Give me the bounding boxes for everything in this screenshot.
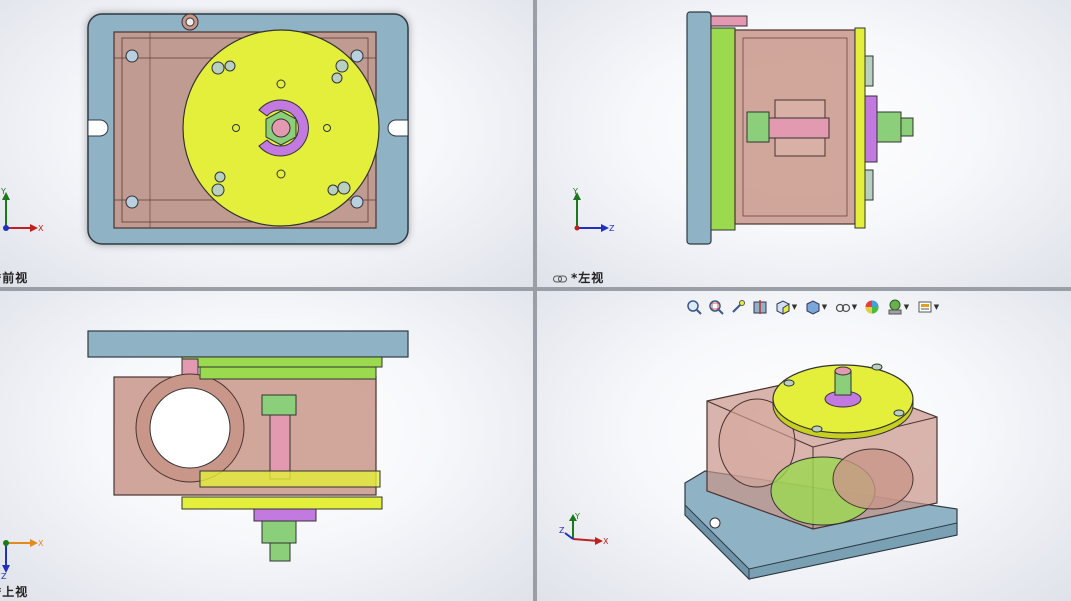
axis-y-label: Y bbox=[0, 187, 6, 196]
view-label-left: *左视 bbox=[553, 269, 604, 286]
front-view-model[interactable] bbox=[0, 0, 533, 287]
axis-z-label: Z bbox=[1, 572, 7, 579]
link-view-icon bbox=[553, 275, 567, 282]
isometric-view-model[interactable] bbox=[537, 291, 1071, 601]
viewport-front[interactable]: Y X *前视 bbox=[0, 0, 533, 287]
axis-z-label: Z bbox=[609, 224, 615, 233]
base-plate bbox=[686, 11, 712, 245]
view-label-top: *上视 bbox=[0, 585, 29, 599]
top-view-model[interactable] bbox=[0, 291, 533, 601]
view-label-front: *前视 bbox=[0, 271, 29, 285]
viewport-top[interactable]: X Z *上视 bbox=[0, 291, 533, 601]
axis-x-label: X bbox=[603, 537, 609, 546]
base-plate bbox=[87, 330, 409, 358]
viewport-isometric[interactable]: ▼ ▼ ▼ ▼ ▼ Y X Z bbox=[537, 291, 1071, 601]
axis-y-label: Y bbox=[572, 187, 578, 196]
coordinate-triad-icon: Y Z bbox=[572, 187, 615, 233]
axis-y-label: Y bbox=[574, 512, 580, 521]
cad-graphics-area[interactable]: Y X *前视 Y Z bbox=[0, 0, 1071, 601]
axis-z-label: Z bbox=[559, 526, 565, 535]
view-label-left-text: *左视 bbox=[571, 271, 605, 285]
coordinate-triad-icon: Y X bbox=[0, 187, 44, 233]
left-view-model[interactable] bbox=[537, 0, 1071, 287]
viewport-left[interactable]: Y Z *左视 bbox=[537, 0, 1071, 287]
coordinate-triad-icon: Y X Z bbox=[559, 512, 609, 546]
axis-x-label: X bbox=[38, 539, 44, 548]
axis-x-label: X bbox=[38, 224, 44, 233]
coordinate-triad-icon: X Z bbox=[1, 539, 44, 579]
